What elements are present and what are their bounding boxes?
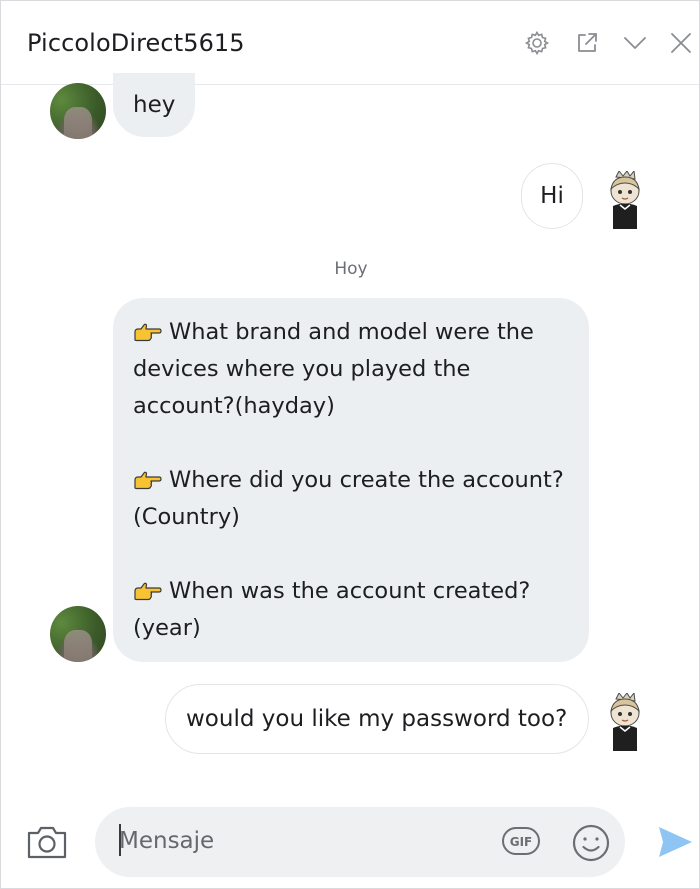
message-bubble-incoming: What brand and model were the devices wh… <box>113 298 589 662</box>
camera-icon[interactable] <box>25 823 69 861</box>
pointing-hand-icon <box>134 323 162 342</box>
question-item: When was the account created? (year) <box>133 578 531 641</box>
gear-icon[interactable] <box>523 29 551 57</box>
chevron-down-icon[interactable] <box>621 29 649 57</box>
message-text: Hi <box>540 183 564 209</box>
gif-label: GIF <box>510 835 533 849</box>
chat-header: PiccoloDirect5615 <box>1 1 699 85</box>
emoji-icon[interactable] <box>571 823 611 863</box>
message-input[interactable] <box>119 821 479 861</box>
message-bubble-outgoing: Hi <box>521 163 583 229</box>
chat-window: PiccoloDirect5615 hey Hi Hoy What brand … <box>0 0 700 889</box>
message-bubble-incoming: hey <box>113 73 196 137</box>
contact-avatar[interactable] <box>50 606 106 662</box>
pointing-hand-icon <box>134 471 162 490</box>
pop-out-icon[interactable] <box>573 29 601 57</box>
chat-title: PiccoloDirect5615 <box>27 29 245 57</box>
user-avatar[interactable] <box>603 693 647 753</box>
contact-avatar[interactable] <box>50 83 106 139</box>
question-item: What brand and model were the devices wh… <box>133 319 534 419</box>
date-separator: Hoy <box>334 259 368 279</box>
close-icon[interactable] <box>667 29 695 57</box>
user-avatar[interactable] <box>603 171 647 231</box>
message-bubble-outgoing: would you like my password too? <box>165 684 589 754</box>
message-text: hey <box>133 92 176 118</box>
question-item: Where did you create the account? (Count… <box>133 467 564 530</box>
gif-icon[interactable]: GIF <box>501 825 541 857</box>
send-icon[interactable] <box>655 823 695 861</box>
message-text: would you like my password too? <box>186 706 568 732</box>
pointing-hand-icon <box>134 582 162 601</box>
text-caret <box>119 824 121 856</box>
